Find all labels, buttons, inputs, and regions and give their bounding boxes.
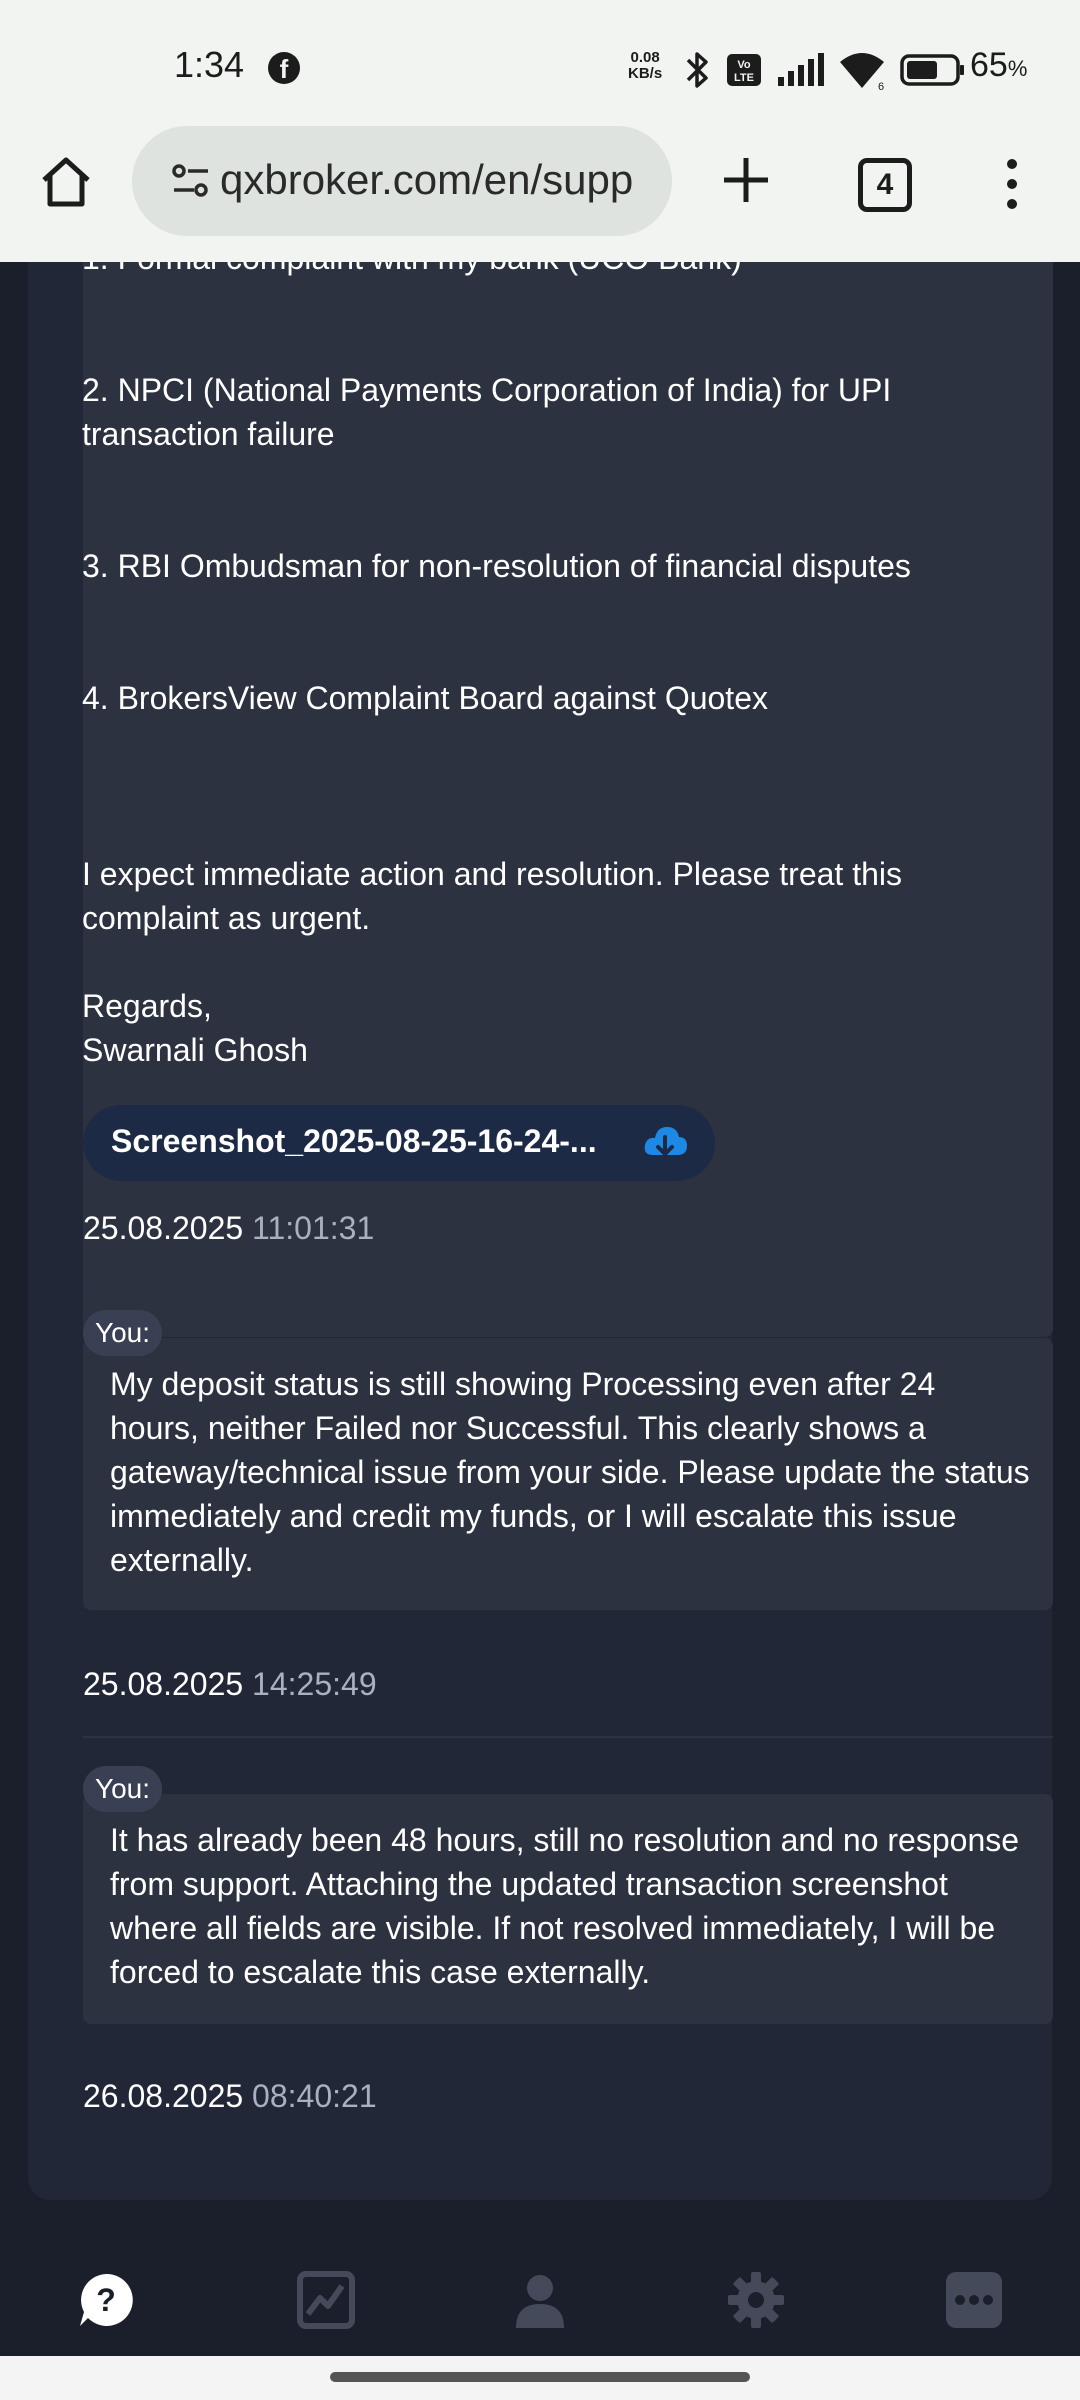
facebook-icon: f bbox=[268, 52, 300, 84]
battery-icon bbox=[900, 54, 964, 86]
settings-icon[interactable] bbox=[726, 2270, 786, 2330]
address-bar[interactable]: qxbroker.com/en/supp bbox=[132, 126, 672, 236]
support-chat[interactable]: 1. Formal complaint with my bank (UCO Ba… bbox=[0, 262, 1080, 2238]
battery-percent-value: 65 bbox=[970, 46, 1008, 84]
home-gesture-bar[interactable] bbox=[330, 2372, 750, 2382]
message-time: 08:40:21 bbox=[252, 2078, 377, 2114]
message-date: 25.08.2025 bbox=[83, 1666, 244, 1702]
message-date: 26.08.2025 bbox=[83, 2078, 244, 2114]
network-speed-value: 0.08 bbox=[630, 49, 660, 66]
chat-icon[interactable] bbox=[944, 2270, 1004, 2330]
status-time: 1:34 bbox=[174, 44, 245, 85]
message-timestamp: 26.08.2025 08:40:21 bbox=[83, 2078, 377, 2115]
message-time: 14:25:49 bbox=[252, 1666, 377, 1702]
user-icon[interactable] bbox=[510, 2270, 570, 2330]
gesture-bar-area bbox=[0, 2356, 1080, 2400]
svg-text:6: 6 bbox=[878, 81, 884, 90]
status-icons: Vo LTE 6 bbox=[682, 48, 966, 92]
attachment-name: Screenshot_2025-08-25-16-24-... bbox=[111, 1123, 597, 1159]
divider bbox=[83, 1280, 1053, 1282]
svg-text:Vo: Vo bbox=[737, 59, 751, 71]
svg-text:LTE: LTE bbox=[734, 72, 754, 84]
message-timestamp: 25.08.2025 14:25:49 bbox=[83, 1666, 377, 1703]
status-bar: 1:34 f 0.08 KB/s Vo LTE 6 65% bbox=[0, 0, 1080, 124]
more-menu-icon[interactable] bbox=[1000, 154, 1024, 214]
cloud-download-icon[interactable] bbox=[641, 1121, 689, 1165]
message-timestamp: 25.08.2025 11:01:31 bbox=[83, 1210, 374, 1247]
url-text: qxbroker.com/en/supp bbox=[220, 156, 634, 203]
tab-switcher-button[interactable]: 4 bbox=[858, 158, 912, 212]
sender-badge: You: bbox=[83, 1310, 163, 1356]
signal-icon bbox=[778, 53, 824, 86]
help-icon[interactable]: ? bbox=[76, 2270, 136, 2330]
sender-badge: You: bbox=[83, 1766, 163, 1812]
browser-toolbar: qxbroker.com/en/supp 4 bbox=[0, 124, 1080, 262]
message-text: 1. Formal complaint with my bank (UCO Ba… bbox=[82, 262, 911, 1068]
bottom-nav: ? bbox=[0, 2238, 1080, 2356]
attachment-chip[interactable]: Screenshot_2025-08-25-16-24-... bbox=[83, 1105, 715, 1181]
chart-icon[interactable] bbox=[296, 2270, 356, 2330]
home-icon[interactable] bbox=[36, 152, 96, 212]
new-tab-icon[interactable] bbox=[718, 152, 774, 208]
bluetooth-icon bbox=[686, 52, 708, 88]
message-text: My deposit status is still showing Proce… bbox=[110, 1366, 1030, 1578]
battery-percent-unit: % bbox=[1007, 56, 1028, 81]
wifi-icon: 6 bbox=[840, 53, 884, 90]
svg-text:?: ? bbox=[96, 2282, 116, 2318]
network-speed: 0.08 KB/s bbox=[628, 50, 662, 82]
battery-percent: 65% bbox=[970, 46, 1027, 85]
chat-panel: 1. Formal complaint with my bank (UCO Ba… bbox=[28, 262, 1053, 2200]
divider bbox=[83, 1736, 1053, 1738]
network-speed-unit: KB/s bbox=[628, 65, 663, 82]
message-date: 25.08.2025 bbox=[83, 1210, 244, 1246]
volte-icon: Vo LTE bbox=[727, 54, 761, 86]
message-time: 11:01:31 bbox=[252, 1210, 375, 1246]
message-text: It has already been 48 hours, still no r… bbox=[110, 1822, 1028, 1990]
site-settings-icon[interactable] bbox=[170, 160, 212, 202]
